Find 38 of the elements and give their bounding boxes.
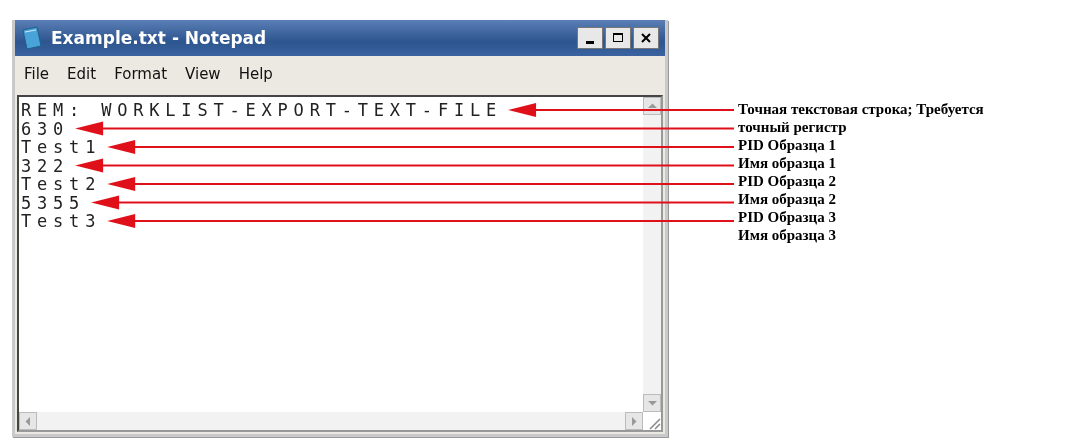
horizontal-scrollbar[interactable] [19, 412, 643, 430]
text-line: 630 [21, 118, 70, 139]
text-line: REM: WORKLIST-EXPORT-TEXT-FILE [21, 100, 503, 120]
annotation-label: Точная текстовая строка; Требуется точный регистр [738, 100, 985, 136]
text-line: Test2 [21, 174, 102, 194]
scroll-left-button[interactable] [19, 412, 37, 430]
annotation-label: PID Образца 1 [738, 136, 837, 154]
resize-grip-icon[interactable] [647, 416, 661, 430]
notepad-icon [21, 26, 43, 50]
menu-item[interactable]: File [23, 65, 51, 83]
vertical-scrollbar[interactable] [643, 97, 661, 412]
text-area[interactable]: REM: WORKLIST-EXPORT-TEXT-FILE 630 Test1 322 Test2 5355 Test3 [17, 95, 663, 432]
annotation-label: Имя образца 1 [738, 154, 837, 172]
scroll-down-button[interactable] [643, 394, 661, 412]
down-triangle-icon [647, 400, 657, 406]
close-button[interactable] [633, 27, 659, 49]
left-triangle-icon [25, 416, 31, 426]
text-line: Test1 [21, 137, 102, 157]
up-triangle-icon [647, 103, 657, 109]
close-icon [640, 32, 652, 44]
annotation-label: Имя образца 3 [738, 226, 837, 244]
maximize-button[interactable] [605, 27, 631, 49]
minimize-icon [586, 40, 594, 44]
text-line: 5355 [21, 192, 86, 213]
annotation-label: PID Образца 3 [738, 208, 837, 226]
menu-item[interactable]: Edit [66, 65, 98, 83]
scroll-right-button[interactable] [625, 412, 643, 430]
annotation-label: PID Образца 2 [738, 172, 837, 190]
text-line: Test3 [21, 211, 102, 231]
annotation-label: Имя образца 2 [738, 190, 837, 208]
menu-item[interactable]: View [184, 65, 222, 83]
menu-item[interactable]: Help [237, 65, 274, 83]
menu-item[interactable]: Format [113, 65, 169, 83]
maximize-icon [612, 32, 624, 44]
window-title: Example.txt - Notepad [51, 28, 268, 48]
minimize-button[interactable] [577, 27, 603, 49]
text-line: 322 [21, 155, 70, 176]
right-triangle-icon [631, 416, 637, 426]
